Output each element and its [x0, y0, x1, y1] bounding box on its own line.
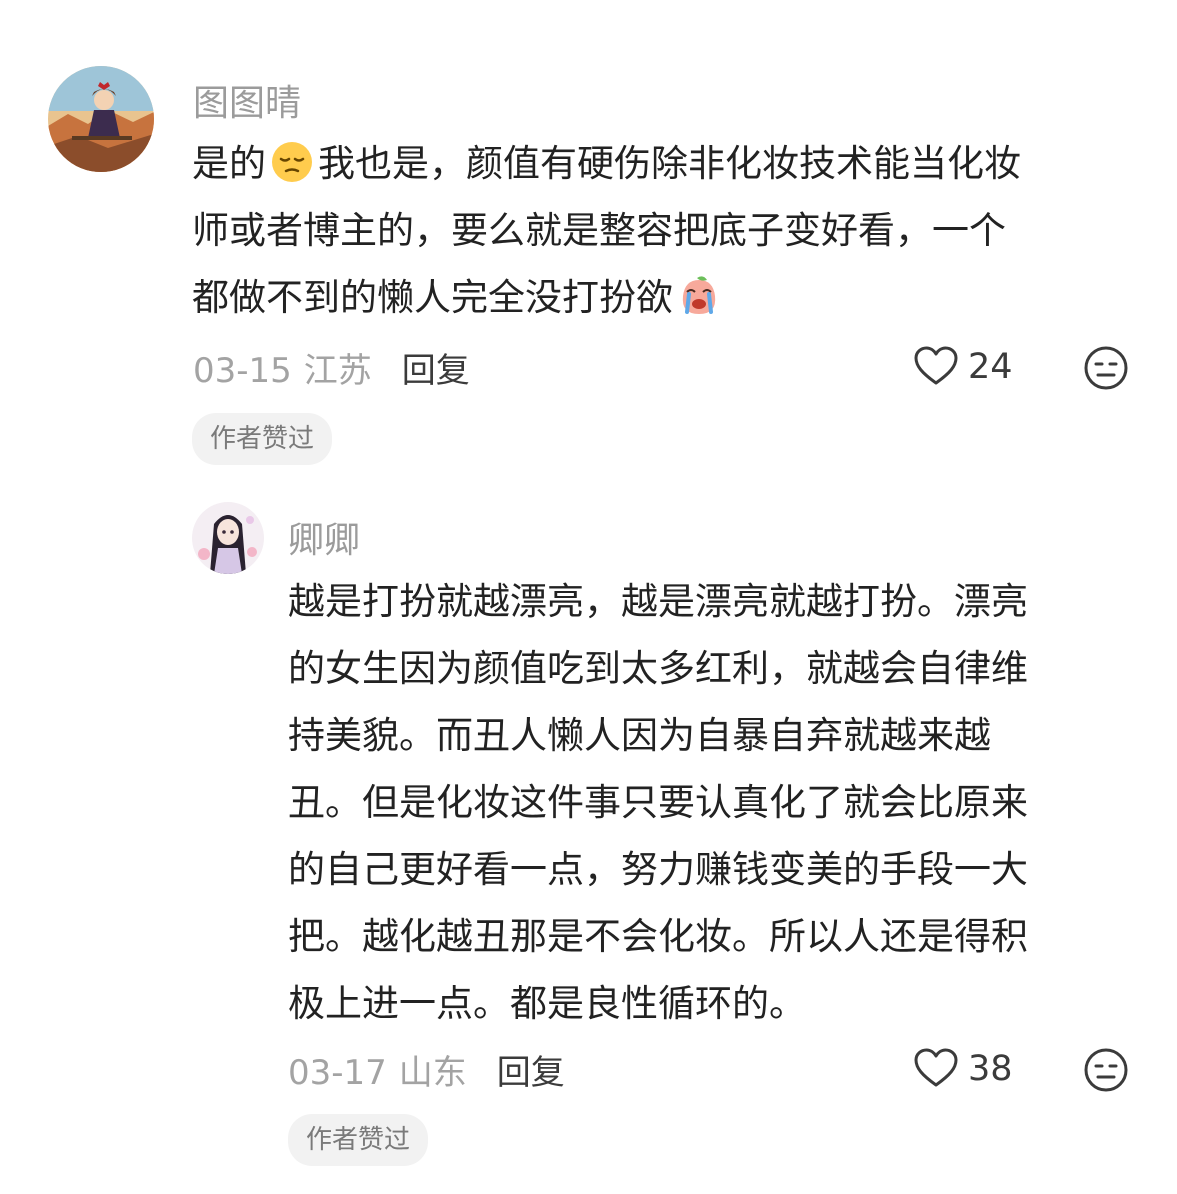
comment-line: 都做不到的懒人完全没打扮欲: [192, 264, 1142, 331]
avatar[interactable]: [192, 502, 264, 574]
username[interactable]: 卿卿: [288, 511, 360, 563]
comment-line: 师或者博主的，要么就是整容把底子变好看，一个: [192, 209, 1006, 252]
neutral-face-icon: [1084, 346, 1128, 390]
long-hair-girl-avatar-icon: [192, 502, 264, 574]
comment-line: 是的 我也是，颜值有硬伤除非化妆技术能当化妆: [192, 130, 1142, 197]
comment-line: 丑。但是化妆这件事只要认真化了就会比原来: [288, 781, 1028, 824]
author-liked-badge: 作者赞过: [288, 1114, 429, 1166]
heart-outline-icon: [914, 346, 958, 385]
like-button[interactable]: 24: [912, 343, 1013, 391]
reply-button[interactable]: 回复: [497, 1053, 565, 1093]
text-segment: 我也是，颜值有硬伤除非化妆技术能当化妆: [318, 142, 1021, 185]
comment-line: 极上进一点。都是良性循环的。: [288, 982, 806, 1025]
like-count: 24: [968, 347, 1013, 387]
comment-line: 把。越化越丑那是不会化妆。所以人还是得积: [288, 915, 1028, 958]
username[interactable]: 图图晴: [193, 74, 301, 126]
like-button[interactable]: 38: [912, 1045, 1013, 1093]
comment-line: 的自己更好看一点，努力赚钱变美的手段一大: [288, 848, 1028, 891]
comment-line: 持美貌。而丑人懒人因为自暴自弃就越来越: [288, 714, 991, 757]
heart-outline-icon: [914, 1048, 958, 1087]
comment-location: 江苏: [303, 351, 372, 391]
reply-button[interactable]: 回复: [402, 351, 470, 391]
comment-line: 的女生因为颜值吃到太多红利，就越会自律维: [288, 647, 1028, 690]
comment-meta: 03-15 江苏 回复: [193, 343, 470, 392]
comment-location: 山东: [398, 1053, 467, 1093]
crying-peach-icon: [677, 274, 721, 318]
comment-date: 03-17: [288, 1053, 387, 1093]
text-segment: 都做不到的懒人完全没打扮欲: [192, 276, 673, 319]
dislike-button[interactable]: [1083, 345, 1129, 391]
comment-item: 图图晴 是的 我也是，颜值有硬伤除非化妆技术能当化妆 师或者博主的，要么就是整容把…: [0, 0, 1177, 480]
comment-text: 越是打扮就越漂亮，越是漂亮就越打扮。漂亮 的女生因为颜值吃到太多红利，就越会自律…: [288, 568, 1130, 1037]
anime-girl-avatar-icon: [48, 66, 154, 172]
neutral-face-icon: [1084, 1048, 1128, 1092]
pensive-face-icon: [270, 140, 314, 184]
comment-date: 03-15: [193, 351, 292, 391]
dislike-button[interactable]: [1083, 1047, 1129, 1093]
comment-text: 是的 我也是，颜值有硬伤除非化妆技术能当化妆 师或者博主的，要么就是整容把底子变好…: [192, 130, 1142, 331]
text-segment: 是的: [192, 142, 266, 185]
reply-item: 卿卿 越是打扮就越漂亮，越是漂亮就越打扮。漂亮 的女生因为颜值吃到太多红利，就越…: [0, 480, 1177, 1194]
like-count: 38: [968, 1049, 1013, 1089]
avatar[interactable]: [48, 66, 154, 172]
comment-line: 越是打扮就越漂亮，越是漂亮就越打扮。漂亮: [288, 580, 1028, 623]
author-liked-badge: 作者赞过: [192, 413, 333, 465]
comment-meta: 03-17 山东 回复: [288, 1045, 565, 1094]
